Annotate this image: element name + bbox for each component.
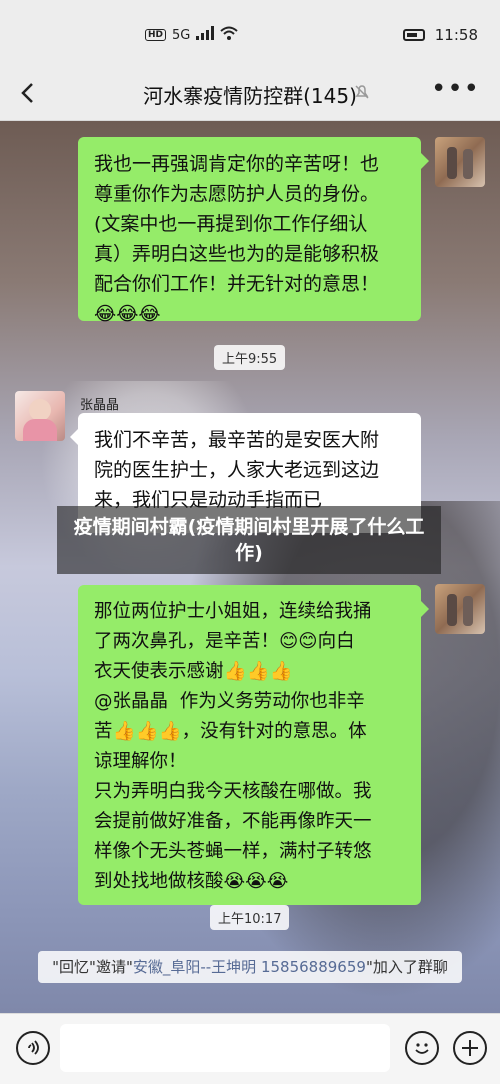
battery-icon	[402, 29, 425, 41]
voice-icon[interactable]	[16, 1031, 50, 1065]
signal-bars-icon	[196, 26, 215, 44]
emoji-icon[interactable]	[405, 1031, 439, 1065]
status-right: 11:58	[402, 26, 478, 44]
message-bubble-outgoing[interactable]: 那位两位护士小姐姐，连续给我捅 了两次鼻孔，是辛苦！😊😊向白 衣天使表示感谢👍👍…	[78, 585, 429, 905]
more-options-button[interactable]: •••	[431, 74, 480, 104]
message-input[interactable]	[60, 1024, 390, 1072]
message-bubble-outgoing[interactable]: 我也一再强调肯定你的辛苦呀！也 尊重你作为志愿防护人员的身份。 (文案中也一再提…	[78, 137, 429, 325]
sender-name: 张晶晶	[80, 398, 120, 413]
signal-indicator: 5G	[172, 27, 191, 43]
overlay-caption: 疫情期间村霸(疫情期间村里开展了什么工作)	[57, 506, 441, 574]
avatar-self[interactable]	[435, 584, 485, 634]
clock: 11:58	[434, 26, 478, 44]
chat-title: 河水寨疫情防控群(145)	[143, 84, 357, 108]
avatar-zhangjingjing[interactable]	[15, 391, 65, 441]
chat-header: 河水寨疫情防控群(145) •••	[0, 68, 500, 121]
avatar-self[interactable]	[435, 137, 485, 187]
network-hd-badge: HD	[145, 29, 167, 41]
system-notice: "回忆"邀请"安徽_阜阳--王坤明 15856889659"加入了群聊	[38, 951, 462, 983]
plus-icon[interactable]	[453, 1031, 487, 1065]
wifi-icon	[220, 26, 239, 44]
system-notice-suffix: "加入了群聊	[365, 958, 448, 976]
system-notice-invitee[interactable]: 安徽_阜阳--王坤明 15856889659	[133, 958, 366, 976]
system-notice-verb: 邀请"	[95, 958, 133, 976]
status-bar: HD 5G 11:58	[0, 0, 500, 68]
input-bar	[0, 1013, 500, 1084]
message-timestamp: 上午9:55	[214, 345, 286, 370]
message-timestamp: 上午10:17	[210, 905, 290, 930]
bell-muted-icon	[354, 84, 370, 104]
status-left: HD 5G	[145, 26, 239, 44]
system-notice-inviter[interactable]: "回忆"	[52, 958, 96, 976]
